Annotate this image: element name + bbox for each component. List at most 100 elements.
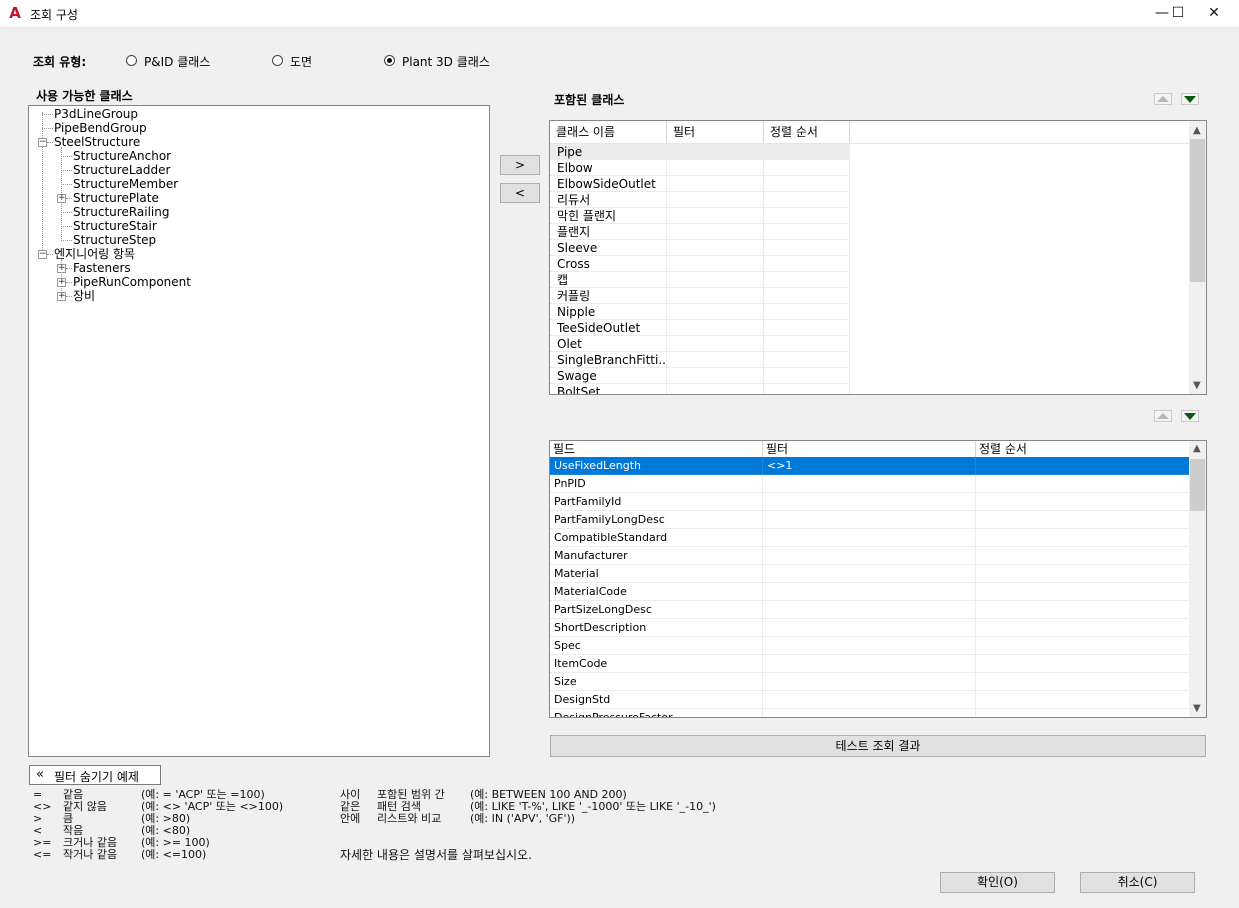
class-filter-cell[interactable] <box>667 144 764 160</box>
class-sort-cell[interactable] <box>764 336 850 352</box>
tree-node-piperuncomponent[interactable]: PipeRunComponent <box>73 275 191 289</box>
class-sort-cell[interactable] <box>764 160 850 176</box>
column-header-sort-order[interactable]: 정렬 순서 <box>764 121 850 143</box>
included-class-row[interactable]: 플랜지 <box>550 224 1190 240</box>
field-row[interactable]: DesignPressureFactor <box>550 709 1190 717</box>
class-sort-cell[interactable] <box>764 272 850 288</box>
class-filter-cell[interactable] <box>667 304 764 320</box>
field-row[interactable]: ItemCode <box>550 655 1190 673</box>
included-class-row[interactable]: SingleBranchFitti... <box>550 352 1190 368</box>
tree-node-engineering-items[interactable]: 엔지니어링 항목 <box>54 247 135 261</box>
field-filter-cell[interactable] <box>763 601 976 619</box>
class-filter-cell[interactable] <box>667 160 764 176</box>
field-name-cell[interactable]: Size <box>550 673 763 691</box>
class-name-cell[interactable]: Pipe <box>550 144 667 160</box>
tree-node-fasteners[interactable]: Fasteners <box>73 261 131 275</box>
class-filter-cell[interactable] <box>667 224 764 240</box>
class-sort-cell[interactable] <box>764 144 850 160</box>
class-sort-cell[interactable] <box>764 320 850 336</box>
field-filter-cell[interactable] <box>763 565 976 583</box>
tree-node-structurerailing[interactable]: StructureRailing <box>73 205 169 219</box>
field-sort-cell[interactable] <box>976 493 1190 511</box>
class-sort-cell[interactable] <box>764 352 850 368</box>
tree-node-structureladder[interactable]: StructureLadder <box>73 163 170 177</box>
field-sort-cell[interactable] <box>976 655 1190 673</box>
radio-circle[interactable] <box>126 55 137 66</box>
field-sort-cell[interactable] <box>976 511 1190 529</box>
class-sort-cell[interactable] <box>764 240 850 256</box>
radio-circle[interactable] <box>272 55 283 66</box>
field-name-cell[interactable]: PartSizeLongDesc <box>550 601 763 619</box>
expand-icon[interactable]: + <box>57 278 66 287</box>
scroll-up-icon[interactable]: ▲ <box>1193 125 1201 136</box>
field-sort-cell[interactable] <box>976 691 1190 709</box>
field-name-cell[interactable]: PartFamilyLongDesc <box>550 511 763 529</box>
field-move-down-button[interactable] <box>1181 410 1199 422</box>
tree-node-structuremember[interactable]: StructureMember <box>73 177 178 191</box>
tree-node-equipment[interactable]: 장비 <box>73 289 95 303</box>
field-filter-cell[interactable] <box>763 493 976 511</box>
field-row[interactable]: Material <box>550 565 1190 583</box>
field-row[interactable]: PnPID <box>550 475 1190 493</box>
collapse-icon[interactable]: − <box>38 250 47 259</box>
included-scrollbar[interactable]: ▲ ▼ <box>1189 121 1206 394</box>
tree-node-pipebendgroup[interactable]: PipeBendGroup <box>54 121 147 135</box>
field-name-cell[interactable]: CompatibleStandard <box>550 529 763 547</box>
tree-node-structurestair[interactable]: StructureStair <box>73 219 157 233</box>
field-name-cell[interactable]: PartFamilyId <box>550 493 763 511</box>
close-button[interactable]: ✕ <box>1191 0 1237 27</box>
field-sort-cell[interactable] <box>976 637 1190 655</box>
field-sort-cell[interactable] <box>976 709 1190 717</box>
class-name-cell[interactable]: Cross <box>550 256 667 272</box>
field-sort-cell[interactable] <box>976 529 1190 547</box>
field-row[interactable]: Spec <box>550 637 1190 655</box>
included-class-row[interactable]: Pipe <box>550 144 1190 160</box>
class-name-cell[interactable]: 캡 <box>550 272 667 288</box>
scroll-thumb[interactable] <box>1190 139 1205 282</box>
expand-icon[interactable]: + <box>57 194 66 203</box>
class-sort-cell[interactable] <box>764 192 850 208</box>
class-name-cell[interactable]: 막힌 플랜지 <box>550 208 667 224</box>
field-sort-cell[interactable] <box>976 583 1190 601</box>
class-name-cell[interactable]: 커플링 <box>550 288 667 304</box>
scroll-up-icon[interactable]: ▲ <box>1193 443 1201 454</box>
class-filter-cell[interactable] <box>667 240 764 256</box>
tree-node-steelstructure[interactable]: SteelStructure <box>54 135 140 149</box>
field-sort-cell[interactable] <box>976 547 1190 565</box>
ok-button[interactable]: 확인(O) <box>940 872 1055 893</box>
included-class-row[interactable]: 커플링 <box>550 288 1190 304</box>
included-class-row[interactable]: Cross <box>550 256 1190 272</box>
field-row[interactable]: CompatibleStandard <box>550 529 1190 547</box>
column-header-field-filter[interactable]: 필터 <box>763 441 976 457</box>
field-name-cell[interactable]: Manufacturer <box>550 547 763 565</box>
class-filter-cell[interactable] <box>667 384 764 394</box>
class-filter-cell[interactable] <box>667 368 764 384</box>
class-sort-cell[interactable] <box>764 384 850 394</box>
radio-circle-selected[interactable] <box>384 55 395 66</box>
field-row[interactable]: PartFamilyLongDesc <box>550 511 1190 529</box>
field-filter-cell[interactable] <box>763 709 976 717</box>
field-sort-cell[interactable] <box>976 475 1190 493</box>
field-filter-cell[interactable] <box>763 475 976 493</box>
tree-node-structureanchor[interactable]: StructureAnchor <box>73 149 171 163</box>
field-sort-cell[interactable] <box>976 601 1190 619</box>
included-class-row[interactable]: 막힌 플랜지 <box>550 208 1190 224</box>
class-filter-cell[interactable] <box>667 272 764 288</box>
remove-class-button[interactable]: < <box>500 183 540 203</box>
hide-filter-examples-toggle[interactable]: « 필터 숨기기 예제 <box>29 765 161 785</box>
tree-node-p3dlinegroup[interactable]: P3dLineGroup <box>54 107 138 121</box>
included-class-row[interactable]: Elbow <box>550 160 1190 176</box>
field-sort-cell[interactable] <box>976 619 1190 637</box>
field-sort-cell[interactable] <box>976 457 1190 475</box>
class-filter-cell[interactable] <box>667 256 764 272</box>
field-filter-cell[interactable] <box>763 583 976 601</box>
scroll-thumb[interactable] <box>1190 459 1205 511</box>
test-query-results-button[interactable]: 테스트 조회 결과 <box>550 735 1206 757</box>
class-name-cell[interactable]: SingleBranchFitti... <box>550 352 667 368</box>
class-name-cell[interactable]: ElbowSideOutlet <box>550 176 667 192</box>
class-name-cell[interactable]: Elbow <box>550 160 667 176</box>
class-name-cell[interactable]: Sleeve <box>550 240 667 256</box>
class-filter-cell[interactable] <box>667 320 764 336</box>
column-header-field[interactable]: 필드 <box>550 441 763 457</box>
field-sort-cell[interactable] <box>976 565 1190 583</box>
